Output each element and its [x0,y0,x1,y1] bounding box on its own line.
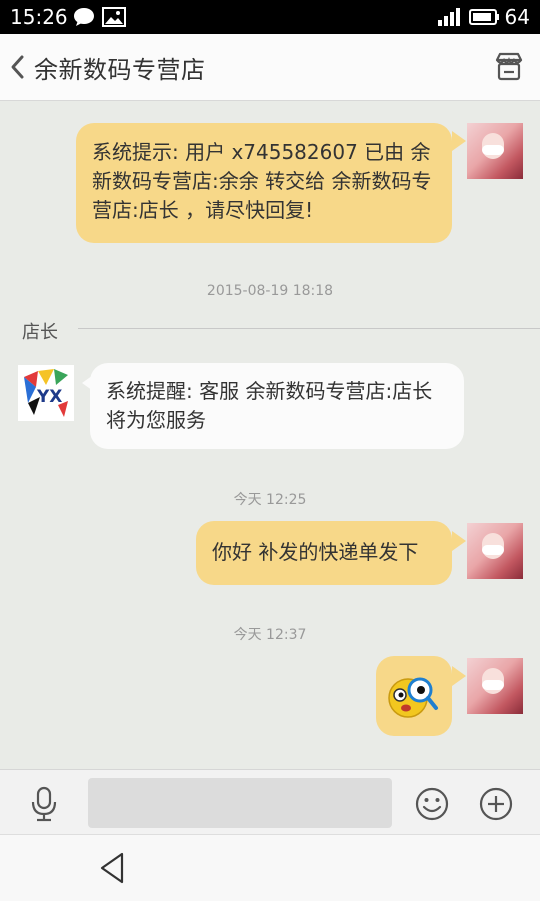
sticker-bubble[interactable] [376,656,452,736]
agent-divider-label: 店长 [22,322,58,343]
my-avatar[interactable] [467,123,523,179]
status-time: 15:26 [10,5,68,29]
chat-notification-icon [72,6,96,32]
message-input[interactable] [88,778,392,828]
plus-icon[interactable] [478,786,514,822]
surprised-emoji-sticker [386,670,440,730]
chat-area[interactable]: 系统提示: 用户 x745582607 已由 余新数码专营店:余余 转交给 余新… [0,101,540,769]
signal-icon [436,6,462,32]
my-avatar[interactable] [467,658,523,714]
message-bubble[interactable]: 系统提示: 用户 x745582607 已由 余新数码专营店:余余 转交给 余新… [76,123,452,243]
image-notification-icon [102,6,126,32]
message-timestamp: 2015-08-19 18:18 [206,283,334,299]
status-bar: 15:26 64 [0,0,540,34]
back-triangle-icon[interactable] [96,851,128,885]
message-text: 系统提示: 用户 x745582607 已由 余新数码专营店:余余 转交给 余新… [92,140,432,222]
store-icon[interactable] [492,50,526,84]
message-timestamp: 今天 12:37 [233,627,307,643]
system-nav-bar [0,834,540,901]
input-bar [0,769,540,834]
agent-divider-line [78,328,540,329]
message-text: 系统提醒: 客服 余新数码专营店:店长 将为您服务 [106,379,433,432]
battery-level: 64 [504,5,530,29]
page-title: 余新数码专营店 [34,56,206,84]
my-avatar[interactable] [467,523,523,579]
smiley-icon[interactable] [414,786,450,822]
chat-header: 余新数码专营店 [0,34,540,101]
message-timestamp: 今天 12:25 [233,492,307,508]
chevron-left-icon[interactable] [4,50,34,84]
microphone-icon[interactable] [28,786,60,822]
shop-avatar[interactable]: YX [18,365,74,421]
battery-icon [468,6,500,32]
message-bubble[interactable]: 你好 补发的快递单发下 [196,521,452,585]
message-text: 你好 补发的快递单发下 [212,540,419,564]
message-bubble[interactable]: 系统提醒: 客服 余新数码专营店:店长 将为您服务 [90,363,464,449]
shop-logo-text: YX [36,387,62,407]
